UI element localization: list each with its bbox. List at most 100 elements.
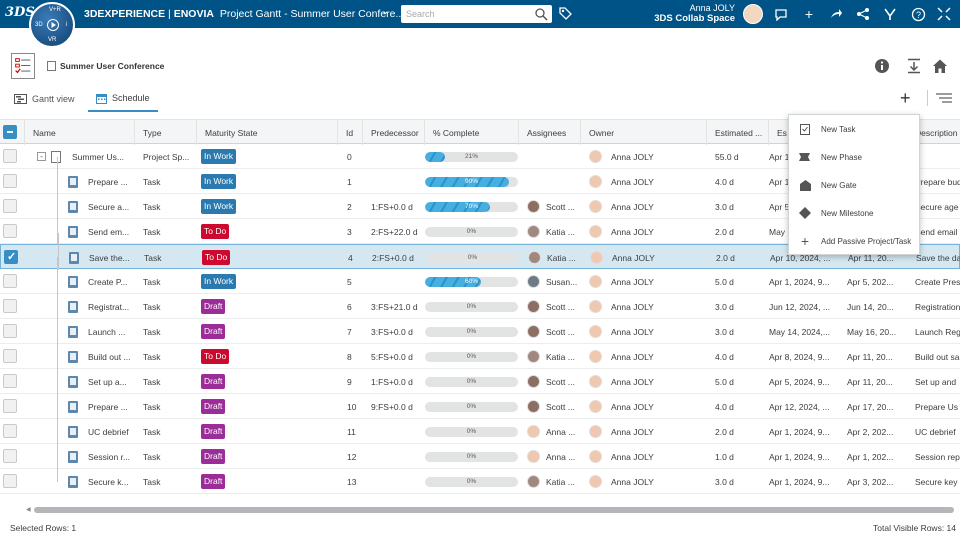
row-checkbox[interactable]: [3, 224, 17, 238]
cell-name[interactable]: Secure k...: [25, 469, 135, 494]
cell-maturity-state[interactable]: Draft: [197, 419, 338, 444]
tab-schedule[interactable]: Schedule: [88, 86, 158, 112]
search-box[interactable]: [401, 5, 552, 23]
cell-owner[interactable]: Anna JOLY: [581, 319, 707, 344]
cell-predecessor[interactable]: [363, 419, 425, 444]
collab-space[interactable]: 3DS Collab Space: [600, 13, 735, 24]
status-badge[interactable]: In Work: [201, 149, 237, 164]
search-input[interactable]: [406, 8, 526, 20]
cell-predecessor[interactable]: [363, 269, 425, 294]
cell-name[interactable]: Secure a...: [25, 194, 135, 219]
cell-name[interactable]: Set up a...: [25, 369, 135, 394]
cell-percent-complete[interactable]: 0%: [425, 419, 519, 444]
cell-name[interactable]: Launch ...: [25, 319, 135, 344]
table-row[interactable]: Build out ... Task To Do 8 5:FS+0.0 d 0% Katia…: [0, 332, 960, 369]
chat-icon[interactable]: [772, 5, 790, 23]
cell-assignees[interactable]: Scott ...: [519, 294, 581, 319]
export-icon[interactable]: [906, 58, 922, 74]
cell-predecessor[interactable]: 1:FS+0.0 d: [363, 194, 425, 219]
table-row[interactable]: Session r... Task Draft 12 0% Anna ... Anna JO…: [0, 432, 960, 469]
cell-maturity-state[interactable]: In Work: [197, 144, 338, 169]
status-badge[interactable]: To Do: [202, 250, 231, 265]
cell-name[interactable]: Prepare ...: [25, 169, 135, 194]
cell-predecessor[interactable]: 5:FS+0.0 d: [363, 344, 425, 369]
column-header-owner[interactable]: Owner: [581, 120, 707, 145]
add-icon[interactable]: +: [800, 5, 818, 23]
menu-item-new-gate[interactable]: New Gate: [789, 171, 921, 199]
status-badge[interactable]: In Work: [201, 174, 237, 189]
status-badge[interactable]: Draft: [201, 324, 226, 339]
cell-assignees[interactable]: [519, 144, 581, 169]
menu-item-add-passive-project-task[interactable]: + Add Passive Project/Task: [789, 227, 921, 255]
view-options-icon[interactable]: [936, 92, 952, 104]
cell-maturity-state[interactable]: In Work: [197, 194, 338, 219]
status-badge[interactable]: Draft: [201, 299, 226, 314]
cell-owner[interactable]: Anna JOLY: [581, 144, 707, 169]
cell-percent-complete[interactable]: 0%: [425, 344, 519, 369]
compass-south[interactable]: VR: [48, 37, 56, 43]
row-checkbox[interactable]: [4, 250, 18, 264]
status-badge[interactable]: To Do: [201, 349, 230, 364]
status-badge[interactable]: Draft: [201, 374, 226, 389]
compass[interactable]: V+R 3D i VR: [29, 2, 75, 48]
cell-maturity-state[interactable]: To Do: [197, 219, 338, 244]
cell-name[interactable]: UC debrief: [25, 419, 135, 444]
cell-maturity-state[interactable]: Draft: [197, 394, 338, 419]
cell-percent-complete[interactable]: 0%: [425, 394, 519, 419]
table-row[interactable]: Create P... Task In Work 5 60% Susan... Anna J…: [0, 257, 960, 294]
cell-predecessor[interactable]: [363, 469, 425, 494]
cell-predecessor[interactable]: [363, 444, 425, 469]
status-badge[interactable]: Draft: [201, 474, 226, 489]
info-icon[interactable]: [874, 58, 890, 74]
cell-predecessor[interactable]: 1:FS+0.0 d: [363, 369, 425, 394]
row-checkbox[interactable]: [3, 324, 17, 338]
table-row[interactable]: UC debrief Task Draft 11 0% Anna ... Anna JOLY…: [0, 407, 960, 444]
cell-assignees[interactable]: Scott ...: [519, 194, 581, 219]
cell-percent-complete[interactable]: 21%: [425, 144, 519, 169]
cell-name[interactable]: Send em...: [25, 219, 135, 244]
table-row[interactable]: Secure k... Task Draft 13 0% Katia ... Anna JO…: [0, 457, 960, 494]
cell-predecessor[interactable]: 2:FS+22.0 d: [363, 219, 425, 244]
column-header-predecessor[interactable]: Predecessor: [363, 120, 425, 145]
cell-predecessor[interactable]: 9:FS+0.0 d: [363, 394, 425, 419]
cell-owner[interactable]: Anna JOLY: [581, 219, 707, 244]
cell-name[interactable]: Registrat...: [25, 294, 135, 319]
chevron-down-icon[interactable]: ⌄: [381, 6, 389, 17]
cell-maturity-state[interactable]: Draft: [197, 319, 338, 344]
cell-assignees[interactable]: Anna ...: [519, 419, 581, 444]
cell-percent-complete[interactable]: 0%: [425, 369, 519, 394]
column-header-assignees[interactable]: Assignees: [519, 120, 581, 145]
cell-maturity-state[interactable]: Draft: [197, 294, 338, 319]
row-checkbox[interactable]: [3, 299, 17, 313]
horizontal-scrollbar[interactable]: ◀: [26, 506, 960, 514]
row-checkbox[interactable]: [3, 374, 17, 388]
play-icon[interactable]: [47, 19, 59, 31]
cell-owner[interactable]: Anna JOLY: [581, 469, 707, 494]
column-header-type[interactable]: Type: [135, 120, 197, 145]
cell-percent-complete[interactable]: 0%: [425, 294, 519, 319]
cell-predecessor[interactable]: [363, 169, 425, 194]
cell-maturity-state[interactable]: To Do: [198, 245, 339, 270]
cell-assignees[interactable]: Anna ...: [519, 444, 581, 469]
status-badge[interactable]: Draft: [201, 399, 226, 414]
table-row[interactable]: Launch ... Task Draft 7 3:FS+0.0 d 0% Scott ..…: [0, 307, 960, 344]
cell-maturity-state[interactable]: In Work: [197, 169, 338, 194]
cell-percent-complete[interactable]: 0%: [425, 444, 519, 469]
cell-owner[interactable]: Anna JOLY: [581, 344, 707, 369]
cell-predecessor[interactable]: 3:FS+0.0 d: [363, 319, 425, 344]
network-icon[interactable]: [854, 5, 872, 23]
cell-percent-complete[interactable]: 0%: [425, 469, 519, 494]
menu-item-new-phase[interactable]: New Phase: [789, 143, 921, 171]
row-checkbox[interactable]: [3, 199, 17, 213]
tab-gantt-view[interactable]: Gantt view: [14, 86, 75, 112]
cell-assignees[interactable]: Scott ...: [519, 394, 581, 419]
user-name[interactable]: Anna JOLY: [600, 3, 735, 13]
cell-name[interactable]: Session r...: [25, 444, 135, 469]
user-avatar[interactable]: [743, 4, 763, 24]
cell-assignees[interactable]: Katia ...: [519, 219, 581, 244]
tag-icon[interactable]: [558, 6, 572, 20]
status-badge[interactable]: Draft: [201, 449, 226, 464]
column-header-percent-complete[interactable]: % Complete: [425, 120, 519, 145]
cell-percent-complete[interactable]: 60%: [425, 269, 519, 294]
compass-east[interactable]: i: [66, 22, 67, 28]
